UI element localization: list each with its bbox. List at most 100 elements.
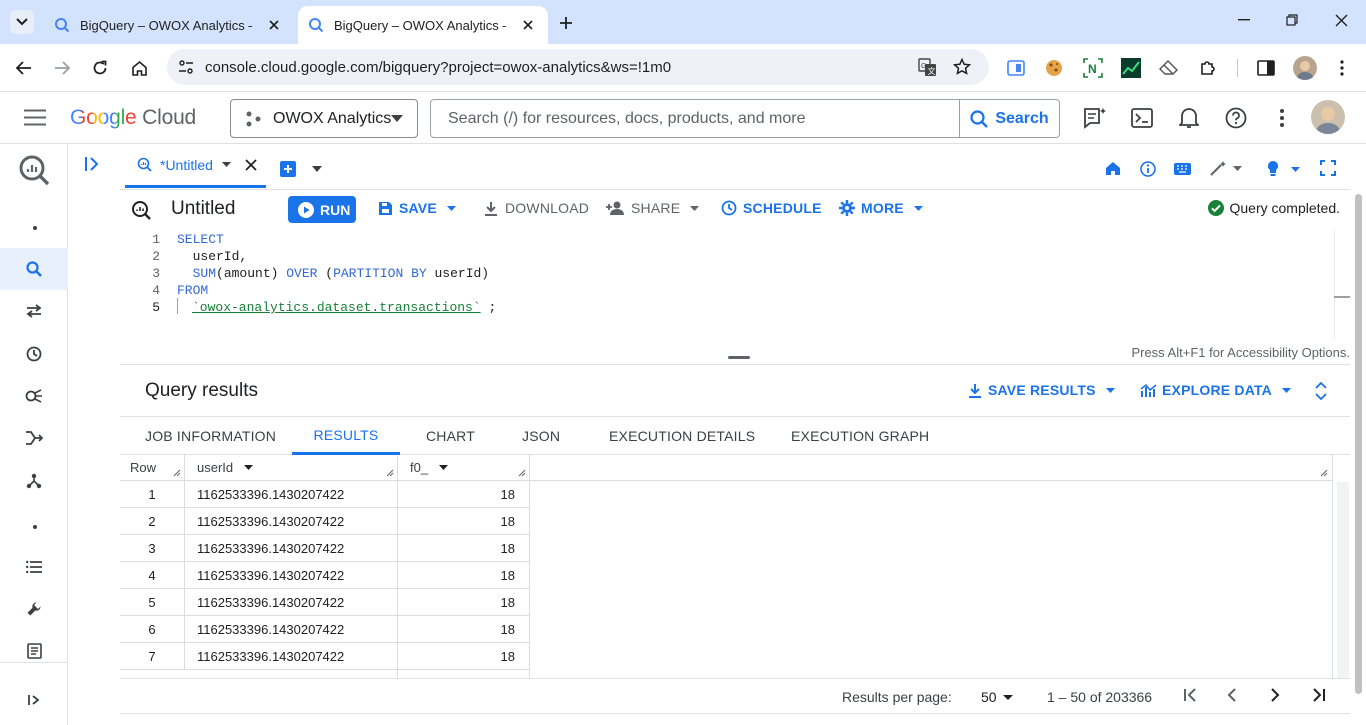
translate-icon[interactable]: 文G <box>918 58 937 77</box>
next-page-button[interactable] <box>1270 688 1280 702</box>
userid-cell[interactable]: 1162533396.1430207422 <box>185 643 398 670</box>
tab-execution-graph[interactable]: EXECUTION GRAPH <box>791 417 929 455</box>
back-button[interactable] <box>12 56 36 80</box>
schedule-button[interactable]: SCHEDULE <box>721 200 822 216</box>
n-extension-icon[interactable]: N <box>1082 57 1104 79</box>
tab-results[interactable]: RESULTS <box>292 417 400 455</box>
rail-scheduled-queries[interactable] <box>0 333 68 375</box>
home-button[interactable] <box>127 56 151 80</box>
sort-dropdown-icon[interactable] <box>439 465 449 470</box>
help-button[interactable] <box>1223 105 1249 131</box>
rail-search[interactable] <box>0 248 68 290</box>
new-query-button[interactable] <box>280 161 296 177</box>
editor-tab-untitled[interactable]: *Untitled <box>125 144 266 188</box>
f0-cell[interactable]: 18 <box>398 562 530 589</box>
settings-more-button[interactable] <box>1269 105 1295 131</box>
share-button[interactable]: SHARE <box>606 200 700 216</box>
save-button[interactable]: SAVE <box>378 200 456 216</box>
more-button[interactable]: MORE <box>839 200 923 216</box>
minimize-window-button[interactable] <box>1221 0 1267 40</box>
address-bar[interactable]: console.cloud.google.com/bigquery?projec… <box>167 49 989 85</box>
f0-cell[interactable]: 18 <box>398 481 530 508</box>
tab-job-information[interactable]: JOB INFORMATION <box>145 417 276 455</box>
sort-dropdown-icon[interactable] <box>244 465 254 470</box>
column-header-f0[interactable]: f0_ <box>398 455 530 481</box>
f0-cell[interactable]: 18 <box>398 643 530 670</box>
last-page-button[interactable] <box>1312 688 1326 702</box>
rail-graph[interactable] <box>0 460 68 502</box>
rail-capacity[interactable] <box>0 588 68 630</box>
sql-table-reference[interactable]: `owox-analytics.dataset.transactions` <box>192 300 481 315</box>
expand-results-button[interactable] <box>1315 382 1327 400</box>
home-tab-button[interactable] <box>1105 161 1121 176</box>
run-button[interactable]: RUN <box>288 196 356 223</box>
f0-cell[interactable]: 18 <box>398 589 530 616</box>
rail-expand-button[interactable] <box>0 679 68 721</box>
browser-tab-active[interactable]: BigQuery – OWOX Analytics – C <box>298 6 548 44</box>
f0-cell[interactable]: 18 <box>398 616 530 643</box>
rail-release-notes[interactable] <box>0 630 68 672</box>
sql-editor[interactable]: 1 2 3 4 5 SELECT userId, SUM(amount) OVE… <box>120 230 1350 365</box>
column-resize-icon[interactable] <box>518 469 526 477</box>
profile-avatar[interactable] <box>1293 56 1317 80</box>
userid-cell[interactable]: 1162533396.1430207422 <box>185 616 398 643</box>
column-header-userid[interactable]: userId <box>185 455 398 481</box>
tips-button[interactable] <box>1266 160 1302 177</box>
account-avatar[interactable] <box>1311 100 1345 134</box>
rail-bi-engine[interactable] <box>0 546 68 588</box>
extensions-puzzle-icon[interactable] <box>1197 57 1219 79</box>
first-page-button[interactable] <box>1183 688 1197 702</box>
new-query-menu[interactable] <box>312 166 322 172</box>
new-tab-button[interactable] <box>555 12 577 34</box>
page-scrollbar-thumb[interactable] <box>1355 194 1362 694</box>
dropdown-arrow-icon[interactable] <box>221 162 231 167</box>
cloud-shell-button[interactable] <box>1129 105 1155 131</box>
download-button[interactable]: DOWNLOAD <box>484 200 589 216</box>
reload-button[interactable] <box>88 56 112 80</box>
close-tab-icon[interactable] <box>518 15 538 35</box>
tab-chart[interactable]: CHART <box>426 417 475 455</box>
userid-cell[interactable]: 1162533396.1430207422 <box>185 535 398 562</box>
explore-data-button[interactable]: EXPLORE DATA <box>1140 382 1291 398</box>
bigquery-logo[interactable] <box>0 148 68 192</box>
tab-json[interactable]: JSON <box>522 417 560 455</box>
bookmark-star-icon[interactable] <box>953 58 971 76</box>
userid-cell[interactable]: 1162533396.1430207422 <box>185 508 398 535</box>
keyboard-shortcuts-button[interactable] <box>1174 163 1191 175</box>
console-search-input[interactable]: Search (/) for resources, docs, products… <box>430 99 1060 138</box>
cookie-extension-icon[interactable] <box>1043 57 1065 79</box>
google-cloud-logo[interactable]: Google Cloud <box>70 106 196 130</box>
column-resize-icon[interactable] <box>173 469 181 477</box>
userid-cell[interactable]: 1162533396.1430207422 <box>185 589 398 616</box>
eraser-extension-icon[interactable] <box>1158 57 1180 79</box>
notifications-button[interactable] <box>1176 105 1202 131</box>
search-button[interactable]: Search <box>959 100 1059 137</box>
f0-cell[interactable]: 18 <box>398 508 530 535</box>
editor-resize-handle[interactable] <box>728 356 750 359</box>
close-window-button[interactable] <box>1318 0 1364 40</box>
column-resize-icon[interactable] <box>1320 469 1328 477</box>
per-page-select[interactable]: 50 <box>981 689 1013 705</box>
fullscreen-button[interactable] <box>1320 160 1336 176</box>
project-picker[interactable]: OWOX Analytics <box>230 99 418 138</box>
f0-cell[interactable]: 18 <box>398 535 530 562</box>
userid-cell[interactable]: 1162533396.1430207422 <box>185 481 398 508</box>
extension-sidepanel-icon[interactable] <box>1005 57 1027 79</box>
site-settings-icon[interactable] <box>178 59 194 75</box>
save-results-button[interactable]: SAVE RESULTS <box>968 382 1115 398</box>
close-tab-icon[interactable] <box>245 158 257 171</box>
gemini-notes-button[interactable] <box>1082 105 1108 131</box>
close-tab-icon[interactable] <box>264 15 284 35</box>
page-scrollbar[interactable] <box>1352 190 1366 710</box>
rail-analytics-hub[interactable] <box>0 375 68 417</box>
rail-transfers[interactable] <box>0 290 68 332</box>
query-assist-button[interactable] <box>1209 160 1243 176</box>
results-vertical-scrollbar[interactable] <box>1337 482 1349 678</box>
main-menu-button[interactable] <box>24 109 46 126</box>
tab-execution-details[interactable]: EXECUTION DETAILS <box>609 417 755 455</box>
restore-window-button[interactable] <box>1269 0 1315 40</box>
browser-menu-icon[interactable] <box>1331 57 1353 79</box>
previous-page-button[interactable] <box>1227 688 1237 702</box>
userid-cell[interactable]: 1162533396.1430207422 <box>185 562 398 589</box>
analytics-extension-icon[interactable] <box>1120 57 1142 79</box>
